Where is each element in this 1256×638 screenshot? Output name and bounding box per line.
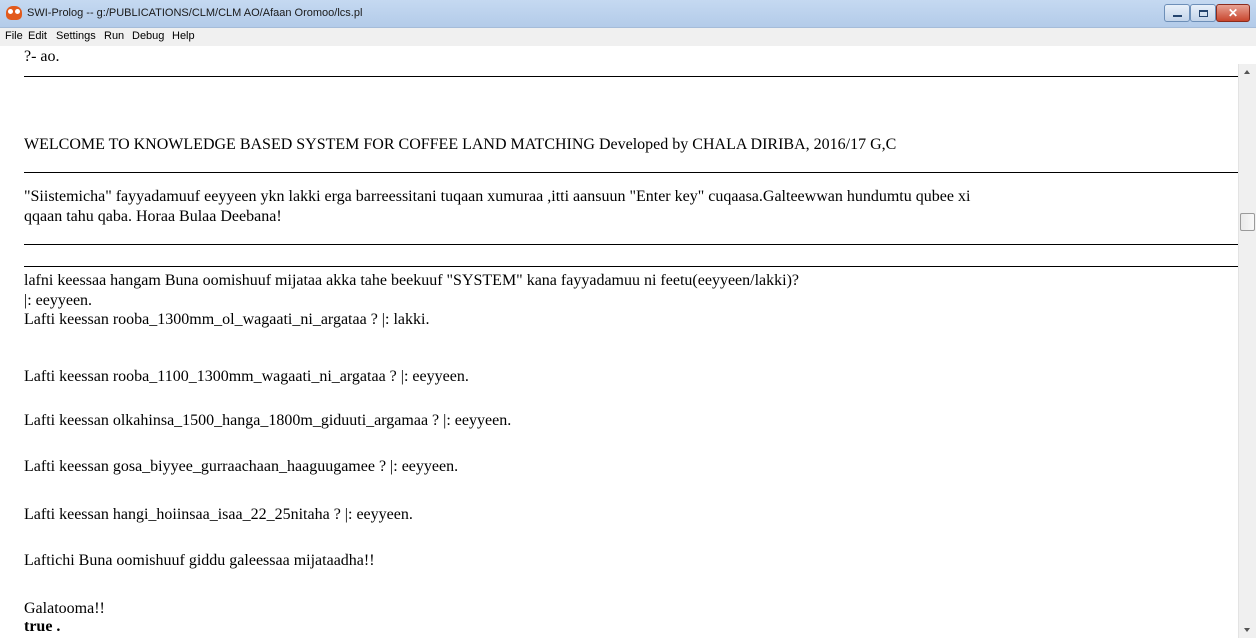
scrollbar-thumb[interactable]	[1240, 213, 1255, 231]
console-line: Lafti keessan rooba_1100_1300mm_wagaati_…	[24, 368, 469, 385]
console-output[interactable]: ?- ao. WELCOME TO KNOWLEDGE BASED SYSTEM…	[0, 46, 1238, 638]
menu-run[interactable]: Run	[104, 30, 124, 42]
title-bar[interactable]: SWI-Prolog -- g:/PUBLICATIONS/CLM/CLM AO…	[0, 0, 1256, 28]
console-line: "Siistemicha" fayyadamuuf eeyyeen ykn la…	[24, 188, 971, 205]
console-line: ?- ao.	[24, 48, 60, 65]
menu-bar: File Edit Settings Run Debug Help	[0, 28, 1256, 46]
swi-prolog-owl-icon	[6, 6, 22, 20]
console-line: Lafti keessan olkahinsa_1500_hanga_1800m…	[24, 412, 512, 429]
menu-settings[interactable]: Settings	[56, 30, 96, 42]
console-line: Laftichi Buna oomishuuf giddu galeessaa …	[24, 552, 375, 569]
console-line-result: true .	[24, 618, 61, 635]
separator-rule	[24, 76, 1238, 77]
menu-debug[interactable]: Debug	[132, 30, 164, 42]
console-line: Lafti keessan gosa_biyyee_gurraachaan_ha…	[24, 458, 459, 475]
close-button[interactable]: ✕	[1216, 4, 1250, 22]
maximize-icon	[1199, 10, 1208, 17]
console-line: qqaan tahu qaba. Horaa Bulaa Deebana!	[24, 208, 282, 225]
scroll-down-arrow-icon[interactable]	[1244, 628, 1250, 632]
minimize-icon	[1173, 15, 1182, 17]
minimize-button[interactable]	[1164, 4, 1190, 22]
separator-rule	[24, 244, 1238, 245]
scroll-up-arrow-icon[interactable]	[1244, 70, 1250, 74]
menu-file[interactable]: File	[5, 30, 23, 42]
vertical-scrollbar[interactable]	[1238, 64, 1256, 638]
window-title: SWI-Prolog -- g:/PUBLICATIONS/CLM/CLM AO…	[27, 7, 363, 19]
separator-rule	[24, 172, 1238, 173]
console-line: lafni keessaa hangam Buna oomishuuf mija…	[24, 272, 800, 289]
menu-help[interactable]: Help	[172, 30, 195, 42]
console-line: Lafti keessan rooba_1300mm_ol_wagaati_ni…	[24, 311, 430, 328]
console-line: Lafti keessan hangi_hoiinsaa_isaa_22_25n…	[24, 506, 413, 523]
console-line: Galatooma!!	[24, 600, 105, 617]
console-line: |: eeyyeen.	[24, 292, 93, 309]
menu-edit[interactable]: Edit	[28, 30, 47, 42]
separator-rule	[24, 266, 1238, 267]
close-icon: ✕	[1227, 6, 1239, 20]
maximize-button[interactable]	[1190, 4, 1216, 22]
console-line: WELCOME TO KNOWLEDGE BASED SYSTEM FOR CO…	[24, 136, 897, 153]
